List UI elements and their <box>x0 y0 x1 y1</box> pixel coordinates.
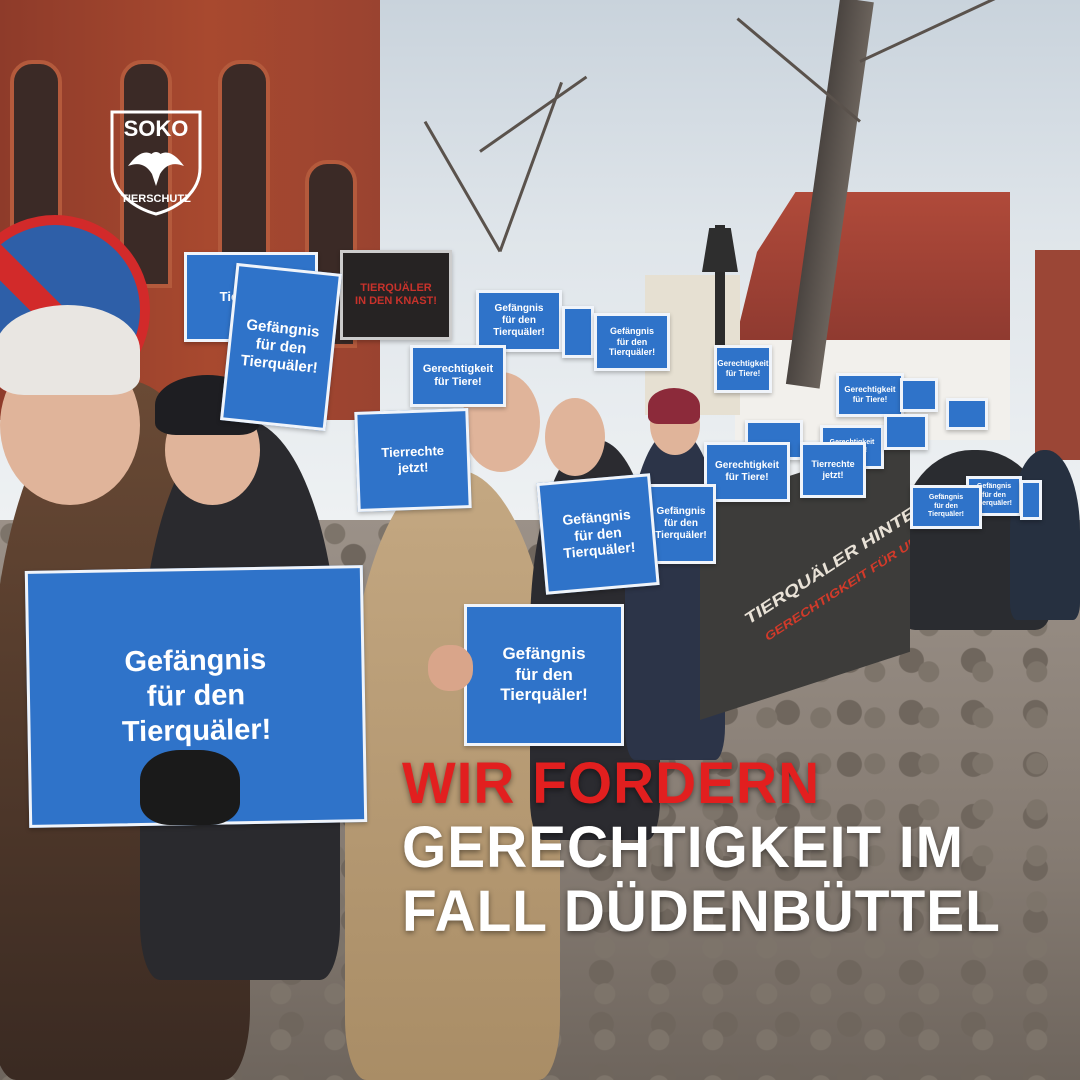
knit-hat <box>0 305 140 395</box>
protest-sign <box>1020 480 1042 520</box>
protest-sign: Gerechtigkeit für Tiere! <box>704 442 790 502</box>
protest-sign: Gefängnis für den Tierquäler! <box>220 262 342 432</box>
knit-hat <box>648 388 700 424</box>
protest-sign: Gefängnis für den Tierquäler! <box>464 604 624 746</box>
protest-sign <box>900 378 938 412</box>
black-glove <box>140 750 240 825</box>
protest-sign <box>884 414 928 450</box>
protest-sign <box>946 398 988 430</box>
protester-head <box>545 398 605 476</box>
headline: WIR FORDERN GERECHTIGKEIT IM FALL DÜDENB… <box>402 752 1001 944</box>
hand <box>428 645 473 691</box>
headline-line-3: FALL DÜDENBÜTTEL <box>402 879 1001 944</box>
protest-sign: Gefängnis für den Tierquäler! <box>536 473 660 595</box>
protest-photo: TIERQUÄLER HINTER GITTER GERECHTIGKEIT F… <box>0 0 1080 1080</box>
protest-sign <box>562 306 594 358</box>
protest-sign: Gefängnis für den Tierquäler! <box>476 290 562 352</box>
soko-tierschutz-logo: SOKO TIERSCHUTZ <box>110 110 202 216</box>
protest-sign: Gerechtigkeit für Tiere! <box>410 345 506 407</box>
logo-name: SOKO <box>124 116 189 141</box>
red-house <box>1035 250 1080 460</box>
protest-sign: Tierrechte jetzt! <box>354 408 472 512</box>
protest-sign: Gerechtigkeit für Tiere! <box>836 373 904 417</box>
logo-subtitle: TIERSCHUTZ <box>121 193 191 205</box>
protest-sign: Tierrechte jetzt! <box>800 442 866 498</box>
protest-sign: Gefängnis für den Tierquäler! <box>910 485 982 529</box>
protest-sign-dark: TIERQUÄLER IN DEN KNAST! <box>340 250 452 340</box>
protest-sign: Gerechtigkeit für Tiere! <box>714 345 772 393</box>
headline-line-1: WIR FORDERN <box>402 751 821 816</box>
headline-line-2: GERECHTIGKEIT IM <box>402 815 964 880</box>
protest-sign: Gefängnis für den Tierquäler! <box>594 313 670 371</box>
